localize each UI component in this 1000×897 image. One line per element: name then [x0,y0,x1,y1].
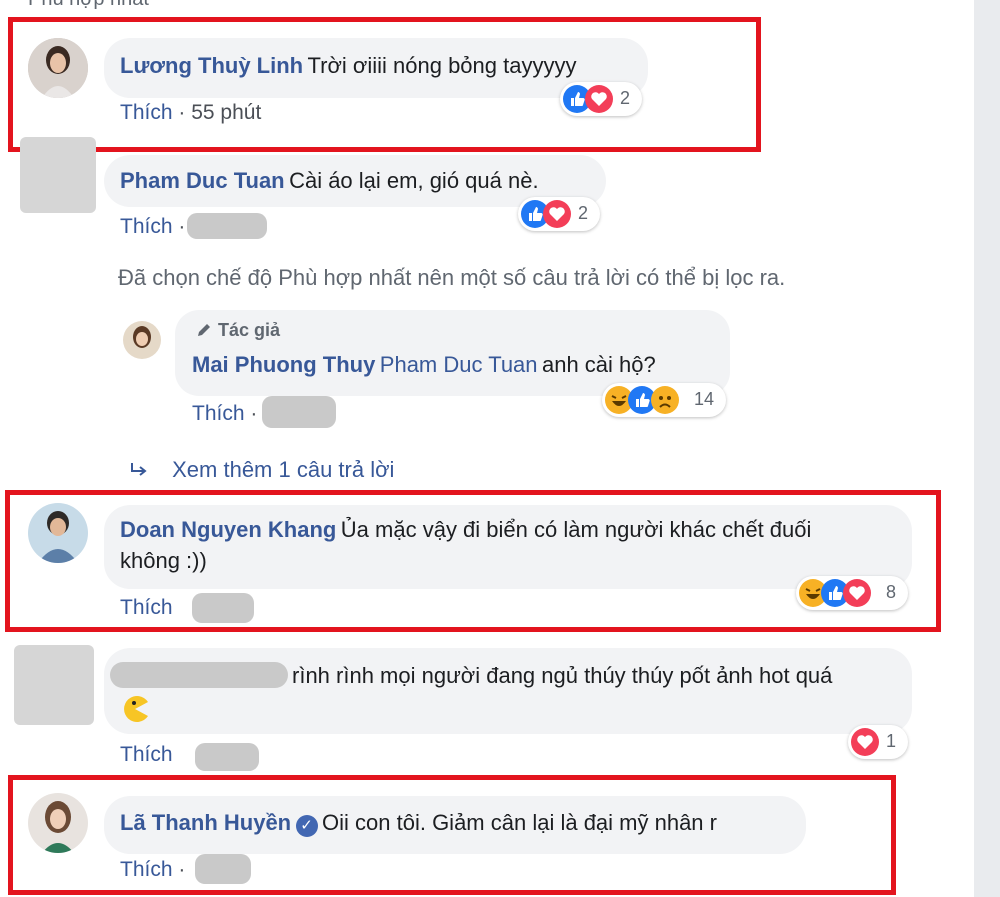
comment-content: Pham Duc Tuan Cài áo lại em, gió quá nè. [120,168,539,194]
reaction-count: 14 [694,389,715,409]
filter-notice: Đã chọn chế độ Phù hợp nhất nên một số c… [118,265,786,290]
comment-meta: Thích [120,743,173,767]
view-more-replies[interactable]: Xem thêm 1 câu trả lời [128,457,394,483]
comment-author[interactable]: Pham Duc Tuan [120,168,285,193]
mention-link[interactable]: Pham Duc Tuan [380,352,538,377]
reaction-count: 1 [886,731,897,751]
blurred-time [262,396,336,428]
reaction-summary[interactable]: 1 [848,725,908,759]
blurred-time [187,213,267,239]
page-right-background [974,0,1000,897]
avatar[interactable] [20,137,96,213]
love-reaction-icon [543,200,571,228]
view-more-label[interactable]: Xem thêm 1 câu trả lời [172,457,394,482]
comment-author[interactable]: Mai Phuong Thuy [192,352,375,377]
reply-arrow-icon [131,463,147,476]
reaction-count: 2 [578,203,589,223]
reaction-summary[interactable]: 14 [602,383,726,417]
pacman-emoji-icon [120,694,150,729]
like-button[interactable]: Thích [120,743,173,766]
like-button[interactable]: Thích [120,215,173,238]
blurred-time [195,743,259,771]
sad-reaction-icon [651,386,679,414]
meta-separator: · [178,215,186,238]
comment-text: anh cài hộ? [541,352,656,377]
sort-label[interactable]: Phù hợp nhất [28,0,149,11]
highlight-box [8,775,896,895]
reaction-summary[interactable]: 2 [518,197,600,231]
meta-separator: · [250,402,258,425]
comment-text: rình rình mọi người đang ngủ thúy thúy p… [292,663,833,688]
author-badge-label: Tác giả [218,320,281,340]
comment-content: Mai Phuong Thuy Pham Duc Tuan anh cài hộ… [192,352,656,378]
comment-bubble [104,648,912,734]
comment-meta: Thích · [120,215,185,239]
love-reaction-icon [851,728,879,756]
like-button[interactable]: Thích [192,402,245,425]
author-badge: Tác giả [195,320,280,341]
blurred-author-name [110,662,288,688]
highlight-box [8,17,761,152]
avatar[interactable] [14,645,94,725]
comment-text: Cài áo lại em, gió quá nè. [289,168,539,193]
highlight-box [5,490,941,632]
comment-meta: Thích · [192,402,257,426]
avatar[interactable] [123,321,161,359]
pencil-icon [198,324,210,336]
